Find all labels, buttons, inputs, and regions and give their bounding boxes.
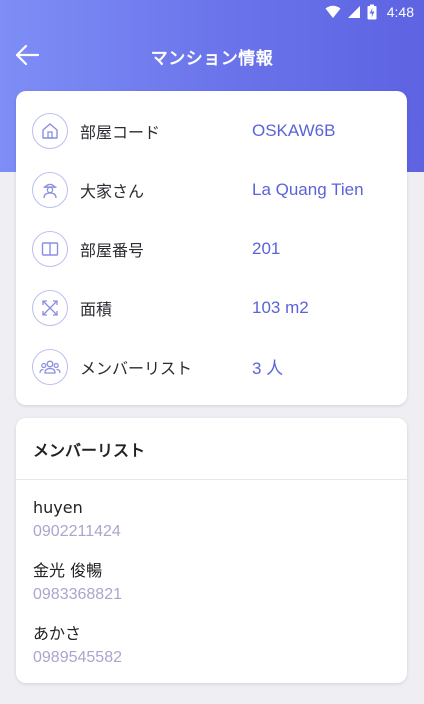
app-bar: マンション情報 [0,32,424,80]
info-value: 201 [252,238,281,258]
page-title: マンション情報 [150,48,274,69]
member-list: huyen 0902211424 金光 俊暢 0983368821 あかさ 09… [16,480,407,686]
status-bar: 4:48 [0,0,424,24]
info-row-room-number: 部屋番号 201 [16,219,407,278]
info-label: メンバーリスト [80,358,193,378]
info-row-area: 面積 103 m2 [16,278,407,337]
info-label: 部屋コード [80,122,161,142]
book-icon [32,230,68,267]
info-value: 3 人 [252,359,284,378]
status-time: 4:48 [386,4,414,20]
expand-icon [32,289,68,326]
member-phone[interactable]: 0983368821 [33,584,407,606]
back-button[interactable] [10,40,44,74]
list-item[interactable]: 金光 俊暢 0983368821 [33,560,407,623]
back-arrow-icon [15,44,40,70]
info-value: 103 m2 [252,297,309,317]
info-label: 大家さん [80,181,145,201]
member-phone[interactable]: 0902211424 [33,521,407,543]
signal-icon [347,5,361,19]
info-value: La Quang Tien [252,179,364,199]
info-value: OSKAW6B [252,120,336,140]
member-name: huyen [33,498,83,517]
member-name: 金光 俊暢 [33,561,103,580]
member-list-title: メンバーリスト [33,440,146,460]
battery-charging-icon [367,4,377,20]
landlord-icon [32,171,68,208]
wifi-icon [325,5,341,19]
list-item[interactable]: huyen 0902211424 [33,497,407,560]
info-label: 面積 [80,299,113,319]
info-row-member-count[interactable]: メンバーリスト 3 人 [16,337,407,396]
member-name: あかさ [33,624,82,643]
info-row-room-code: 部屋コード OSKAW6B [16,101,407,160]
list-item[interactable]: あかさ 0989545582 [33,623,407,686]
members-icon [32,348,68,385]
member-list-header: メンバーリスト [16,418,407,480]
member-phone[interactable]: 0989545582 [33,647,407,669]
room-info-card: 部屋コード OSKAW6B 大家さん La Quang Tien 部屋番号 20… [16,91,407,405]
member-list-card: メンバーリスト huyen 0902211424 金光 俊暢 098336882… [16,418,407,683]
info-label: 部屋番号 [80,240,145,260]
info-row-landlord: 大家さん La Quang Tien [16,160,407,219]
home-icon [32,112,68,149]
